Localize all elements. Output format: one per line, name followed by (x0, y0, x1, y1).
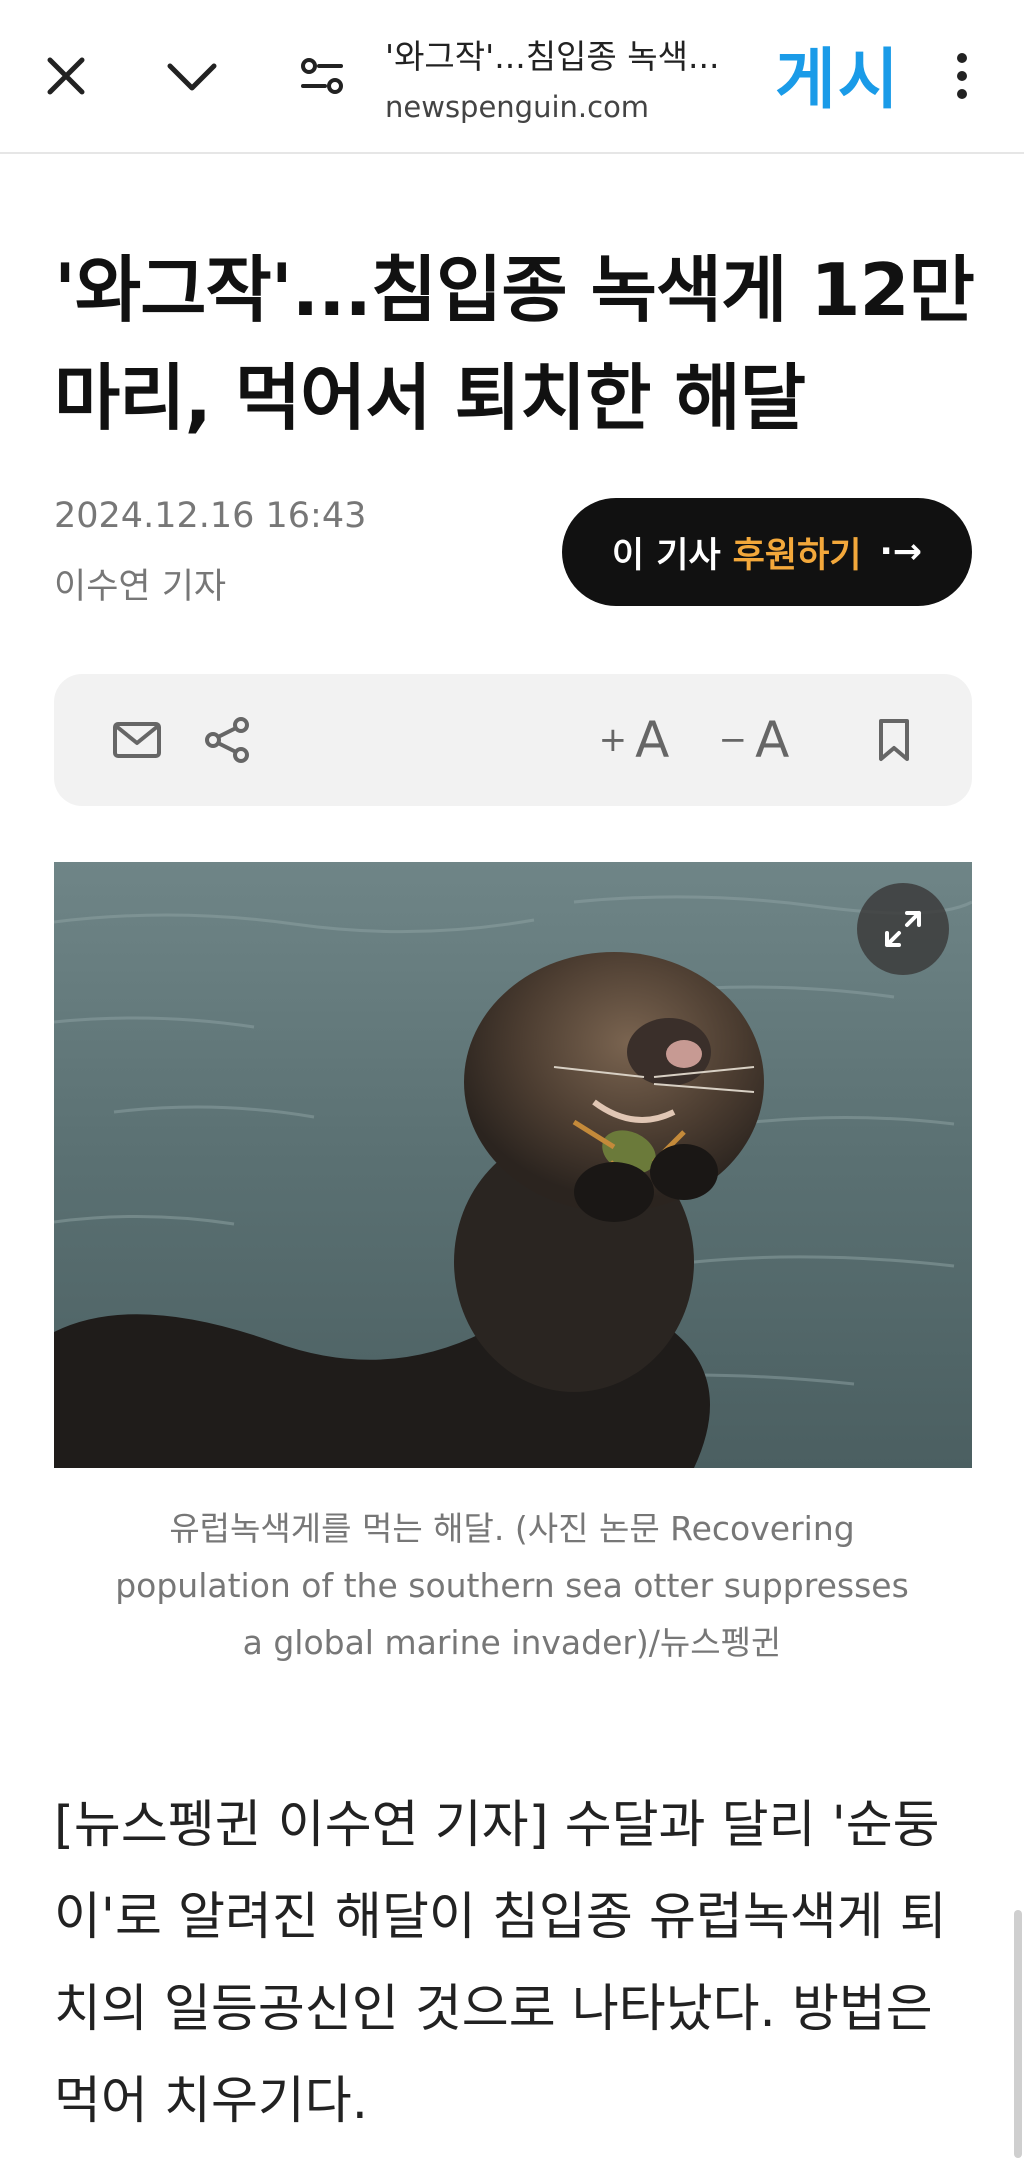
font-a-label: A (635, 711, 670, 769)
article-toolbar: + A − A (54, 674, 972, 806)
mail-icon[interactable] (104, 698, 170, 782)
article-photo[interactable] (54, 862, 972, 1468)
url-text[interactable]: newspenguin.com (385, 90, 649, 124)
article-author: 이수연 기자 (54, 567, 227, 607)
support-button-accent: 후원하기 (732, 535, 862, 576)
more-vert-icon[interactable] (930, 44, 994, 108)
bookmark-icon[interactable] (864, 698, 924, 782)
page-scrollbar[interactable] (1014, 1910, 1022, 2158)
article-date: 2024.12.16 16:43 (54, 496, 367, 536)
article-headline: '와그작'...침입종 녹색게 12만 마리, 먹어서 퇴치한 해달 (54, 248, 975, 440)
plus-sign: + (598, 720, 628, 760)
close-icon[interactable] (34, 44, 98, 108)
minus-sign: − (718, 720, 748, 760)
share-icon[interactable] (194, 698, 260, 782)
brand-logo: 게시 (775, 41, 901, 118)
support-button-prefix: 이 기사 (611, 535, 721, 576)
decrease-font-button[interactable]: − A (704, 698, 804, 782)
increase-font-button[interactable]: + A (584, 698, 684, 782)
tab-title[interactable]: '와그작'...침입종 녹색... (385, 30, 765, 78)
sea-otter-photo (54, 862, 972, 1468)
chevron-down-icon[interactable] (160, 44, 224, 108)
article-body: [뉴스펭귄 이수연 기자] 수달과 달리 '순둥이'로 알려진 해달이 침입종 … (54, 1796, 947, 2131)
support-article-button[interactable]: 이 기사 후원하기 ·→ (562, 498, 972, 606)
browser-top-bar: '와그작'...침입종 녹색... newspenguin.com 게시 (0, 0, 1024, 154)
expand-image-icon[interactable] (857, 883, 949, 975)
page-settings-icon[interactable] (290, 44, 354, 108)
image-caption: 유럽녹색게를 먹는 해달. (사진 논문 Recovering populati… (115, 1509, 909, 1662)
arrow-right-icon: ·→ (879, 532, 923, 572)
font-a-label: A (755, 711, 790, 769)
